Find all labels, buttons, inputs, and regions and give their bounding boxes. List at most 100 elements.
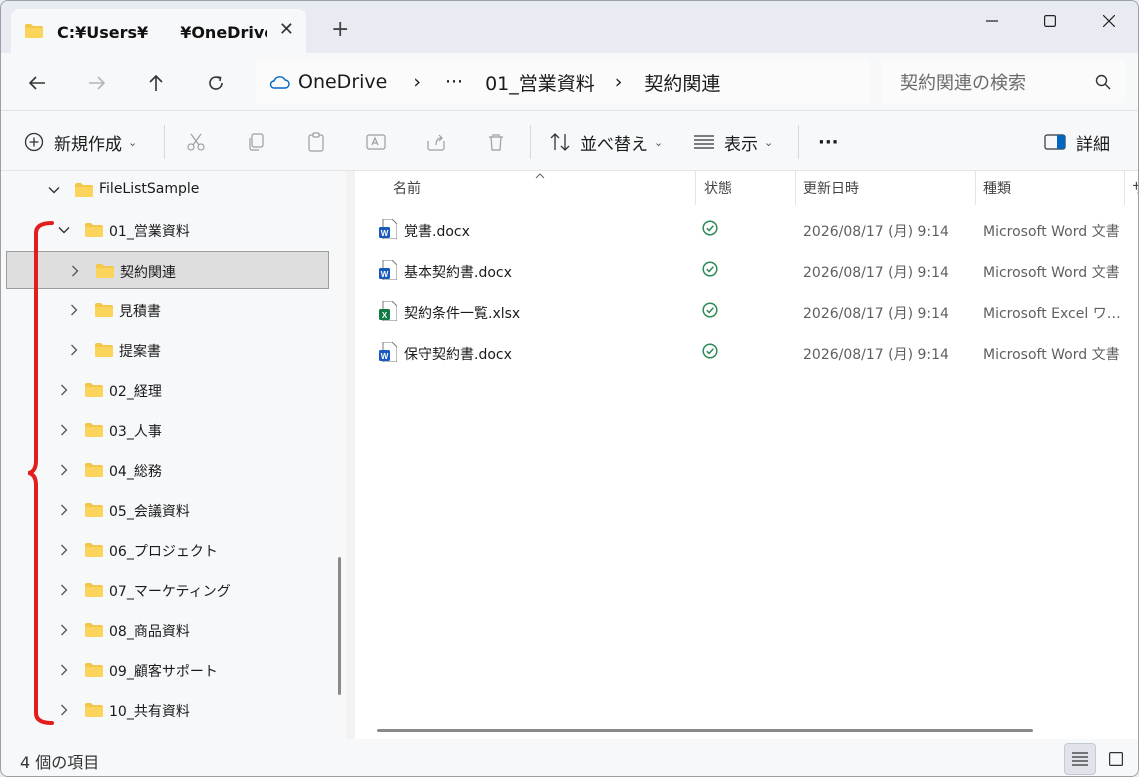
sidebar-item-7[interactable]: 03_人事 [6, 411, 329, 449]
new-tab-button[interactable]: + [331, 19, 349, 41]
arrow-left-icon [28, 76, 45, 90]
chevron-right-icon[interactable] [68, 304, 80, 316]
horizontal-scrollbar[interactable] [377, 729, 1033, 732]
sidebar-item-2[interactable]: 01_営業資料 [6, 211, 329, 249]
sidebar-item-10[interactable]: 06_プロジェクト [6, 531, 329, 569]
sidebar-item-5[interactable]: 提案書 [6, 331, 329, 369]
chevron-right-icon[interactable] [58, 504, 70, 516]
folder-icon [85, 703, 103, 717]
sidebar-item-11[interactable]: 07_マーケティング [6, 571, 329, 609]
new-button[interactable]: 新規作成 ⌄ [24, 129, 137, 155]
folder-icon [85, 543, 103, 557]
cut-button[interactable] [186, 129, 206, 155]
details-view-icon [1072, 752, 1088, 766]
sidebar-item-3[interactable]: 契約関連 [6, 251, 329, 289]
column-header-type[interactable]: 種類 [983, 171, 1011, 205]
file-row[interactable]: W 覚書.docx 2026/08/17 (月) 9:14 Microsoft Wor… [355, 209, 1138, 250]
search-input[interactable]: 契約関連の検索 [881, 60, 1125, 104]
sidebar-scrollbar[interactable] [338, 557, 341, 695]
crumb-onedrive[interactable]: OneDrive [298, 71, 387, 93]
folder-icon [85, 583, 103, 597]
chevron-right-icon[interactable] [69, 265, 81, 277]
file-type: Microsoft Word 文書 [983, 347, 1120, 363]
chevron-down-icon[interactable] [58, 224, 70, 236]
crumb-separator-icon[interactable]: › [413, 71, 421, 93]
close-tab-icon[interactable]: ✕ [279, 21, 294, 39]
folder-icon [85, 423, 103, 437]
chevron-right-icon[interactable] [58, 704, 70, 716]
column-header-name[interactable]: 名前 [393, 171, 421, 205]
delete-button[interactable] [486, 129, 506, 155]
column-status-label: 状態 [704, 181, 732, 197]
crumb-separator-icon[interactable]: › [615, 71, 623, 93]
chevron-right-icon[interactable] [58, 584, 70, 596]
sidebar-item-14[interactable]: 10_共有資料 [6, 691, 329, 729]
chevron-right-icon[interactable] [58, 624, 70, 636]
file-type: Microsoft Word 文書 [983, 224, 1120, 240]
up-button[interactable] [142, 69, 170, 97]
file-row[interactable]: W 基本契約書.docx 2026/08/17 (月) 9:14 Microsoft … [355, 250, 1138, 291]
chevron-right-icon[interactable] [68, 344, 80, 356]
sort-icon [550, 133, 570, 151]
column-divider[interactable] [1124, 171, 1125, 205]
sync-ok-icon [702, 220, 718, 240]
sidebar-item-label: 見積書 [119, 304, 161, 320]
sidebar-item-8[interactable]: 04_総務 [6, 451, 329, 489]
chevron-right-icon[interactable] [58, 664, 70, 676]
command-bar: 新規作成 ⌄ 並べ替え ⌄ 表示 ⌄ ··· 詳細 [1, 111, 1138, 171]
column-header-size[interactable]: サ [1132, 171, 1138, 205]
close-window-button[interactable] [1080, 1, 1138, 41]
chevron-down-icon[interactable] [48, 184, 60, 196]
sidebar-item-6[interactable]: 02_経理 [6, 371, 329, 409]
tab-title: C:¥Users¥ ¥OneDrive¥ [57, 23, 267, 42]
file-row[interactable]: X 契約条件一覧.xlsx 2026/08/17 (月) 9:14 Microsoft… [355, 291, 1138, 332]
sidebar-item-9[interactable]: 05_会議資料 [6, 491, 329, 529]
refresh-button[interactable] [202, 69, 230, 97]
minimize-button[interactable] [963, 1, 1021, 41]
column-divider[interactable] [975, 171, 976, 205]
file-row[interactable]: W 保守契約書.docx 2026/08/17 (月) 9:14 Microsoft … [355, 332, 1138, 373]
column-header-date[interactable]: 更新日時 [803, 171, 859, 205]
chevron-down-icon: ⌄ [128, 135, 138, 149]
back-button[interactable] [23, 69, 51, 97]
file-date: 2026/08/17 (月) 9:14 [803, 224, 949, 240]
toolbar-divider [164, 125, 165, 159]
sidebar-item-label: FileListSample [99, 181, 200, 197]
tab-current[interactable]: C:¥Users¥ ¥OneDrive¥ ✕ [11, 9, 306, 53]
address-bar[interactable]: OneDrive › ··· 01_営業資料 › 契約関連 [256, 60, 870, 104]
chevron-down-icon: ⌄ [764, 135, 774, 149]
sort-button[interactable]: 並べ替え ⌄ [550, 129, 663, 155]
chevron-right-icon[interactable] [58, 544, 70, 556]
folder-icon [85, 663, 103, 677]
crumb-overflow[interactable]: ··· [445, 71, 463, 93]
column-header-status[interactable]: 状態 [704, 171, 732, 205]
sidebar-item-12[interactable]: 08_商品資料 [6, 611, 329, 649]
sidebar-item-1[interactable]: FileListSample [6, 171, 329, 209]
crumb-current[interactable]: 契約関連 [644, 69, 720, 96]
chevron-right-icon[interactable] [58, 464, 70, 476]
sidebar-item-13[interactable]: 09_顧客サポート [6, 651, 329, 689]
folder-icon [95, 303, 113, 317]
share-button[interactable] [426, 129, 446, 155]
arrow-up-icon [149, 74, 163, 91]
title-bar: C:¥Users¥ ¥OneDrive¥ ✕ + [1, 1, 1138, 53]
chevron-right-icon[interactable] [58, 424, 70, 436]
view-button[interactable]: 表示 ⌄ [694, 129, 773, 155]
copy-button[interactable] [246, 129, 266, 155]
red-bracket-annotation [28, 221, 54, 725]
forward-button[interactable] [83, 69, 111, 97]
rename-button[interactable] [366, 129, 386, 155]
paste-button[interactable] [306, 129, 326, 155]
thumbnail-view-button[interactable] [1100, 743, 1132, 775]
maximize-button[interactable] [1021, 1, 1079, 41]
column-type-label: 種類 [983, 181, 1011, 197]
chevron-right-icon[interactable] [58, 384, 70, 396]
sidebar-item-4[interactable]: 見積書 [6, 291, 329, 329]
column-divider[interactable] [695, 171, 696, 205]
more-options-button[interactable]: ··· [818, 129, 839, 155]
details-button[interactable]: 詳細 [1044, 129, 1110, 155]
file-date: 2026/08/17 (月) 9:14 [803, 347, 949, 363]
crumb-folder[interactable]: 01_営業資料 [485, 69, 595, 96]
column-divider[interactable] [795, 171, 796, 205]
details-view-button[interactable] [1064, 743, 1096, 775]
